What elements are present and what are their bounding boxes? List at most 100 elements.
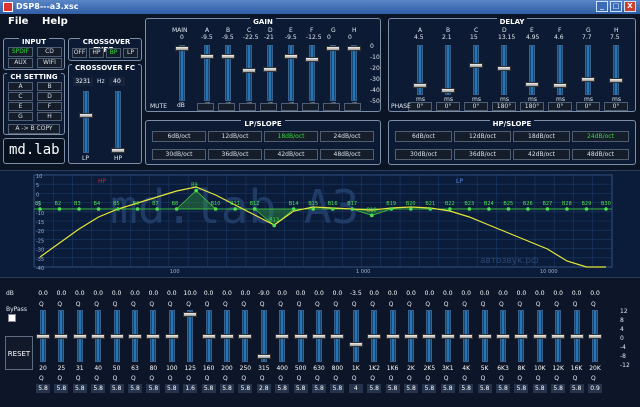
- maximize-button[interactable]: □: [610, 1, 622, 12]
- gain-track-d[interactable]: [267, 45, 273, 101]
- mute-button-h[interactable]: [344, 103, 361, 111]
- lp-slope-option-6db-oct[interactable]: 6dB/oct: [152, 131, 206, 142]
- crossover-type-bp[interactable]: BP: [106, 48, 121, 58]
- input-button-aux[interactable]: AUX: [8, 58, 33, 68]
- band-node-b30[interactable]: [604, 207, 608, 211]
- eq-fader-thumb-1k[interactable]: [348, 341, 363, 347]
- eq-fader-track-125[interactable]: [187, 310, 194, 362]
- eq-q-value[interactable]: 5.8: [109, 384, 124, 393]
- eq-graph-canvas[interactable]: 1050-5-10-15-20-25-30-35-40 100 1 000 10 00…: [0, 171, 640, 279]
- delay-thumb-b[interactable]: [441, 88, 455, 93]
- mute-button-a[interactable]: [197, 103, 214, 111]
- copy-a-to-b-button[interactable]: A -> B COPY: [8, 124, 60, 134]
- eq-fader-thumb-6k3[interactable]: [496, 334, 510, 339]
- eq-fader-thumb-1k6[interactable]: [385, 334, 400, 339]
- eq-q-value[interactable]: 5.8: [312, 384, 326, 393]
- eq-q-value[interactable]: 5.8: [477, 384, 492, 393]
- mute-button-f[interactable]: [302, 103, 319, 111]
- eq-q-value[interactable]: 5.8: [72, 384, 87, 393]
- eq-fader-thumb-800[interactable]: [330, 334, 345, 339]
- phase-button-b[interactable]: 0°: [436, 102, 460, 111]
- lp-slope-option-30db-oct[interactable]: 30dB/oct: [152, 149, 206, 160]
- eq-fader-thumb-2k[interactable]: [404, 334, 418, 339]
- eq-fader-thumb-100[interactable]: [164, 334, 179, 339]
- eq-q-value[interactable]: 5.8: [422, 384, 437, 393]
- hp-slope-option-12db-oct[interactable]: 12dB/oct: [454, 131, 511, 142]
- bypass-checkbox[interactable]: [8, 314, 16, 322]
- band-node-b20[interactable]: [409, 207, 413, 211]
- channel-button-g[interactable]: G: [8, 112, 33, 121]
- eq-q-value[interactable]: 2.8: [256, 384, 271, 393]
- band-node-b23[interactable]: [467, 207, 472, 211]
- eq-fader-thumb-250[interactable]: [238, 334, 253, 339]
- eq-fader-thumb-5k[interactable]: [477, 334, 492, 339]
- eq-q-value[interactable]: 5.8: [128, 384, 142, 393]
- eq-q-value[interactable]: 5.8: [551, 384, 566, 393]
- gain-track-h[interactable]: [351, 45, 357, 101]
- phase-button-h[interactable]: 0°: [604, 102, 628, 111]
- crossover-type-off[interactable]: OFF: [72, 48, 87, 58]
- gain-thumb-h[interactable]: [347, 45, 361, 51]
- mute-button-g[interactable]: [323, 103, 340, 111]
- band-node-b24[interactable]: [487, 207, 491, 211]
- delay-track-h[interactable]: [613, 45, 619, 95]
- eq-q-value[interactable]: 4: [348, 384, 363, 393]
- mute-button-e[interactable]: [281, 103, 298, 111]
- hp-slope-option-24db-oct[interactable]: 24dB/oct: [572, 131, 629, 142]
- eq-q-value[interactable]: 5.8: [275, 384, 290, 393]
- lp-slope-option-42db-oct[interactable]: 42dB/oct: [264, 149, 318, 160]
- channel-button-c[interactable]: C: [8, 92, 33, 101]
- eq-q-value[interactable]: 5.8: [367, 384, 382, 393]
- gain-thumb-c[interactable]: [242, 68, 256, 74]
- delay-track-g[interactable]: [585, 45, 591, 95]
- eq-q-value[interactable]: 5.8: [238, 384, 253, 393]
- band-node-b22[interactable]: [448, 207, 452, 211]
- band-node-b12[interactable]: [252, 207, 257, 211]
- hp-slope-option-18db-oct[interactable]: 18dB/oct: [513, 131, 570, 142]
- close-button[interactable]: X: [624, 1, 636, 12]
- gain-track-f[interactable]: [309, 45, 315, 101]
- delay-thumb-a[interactable]: [413, 83, 427, 88]
- hp-slope-option-6db-oct[interactable]: 6dB/oct: [395, 131, 452, 142]
- eq-q-value[interactable]: 0.9: [588, 384, 602, 393]
- band-node-b11[interactable]: [233, 207, 237, 211]
- eq-fader-thumb-12k[interactable]: [551, 334, 566, 339]
- eq-fader-thumb-10k[interactable]: [532, 334, 547, 339]
- delay-thumb-h[interactable]: [609, 77, 623, 83]
- band-node-b25[interactable]: [506, 207, 511, 211]
- gain-thumb-g[interactable]: [326, 45, 340, 51]
- hp-slope-option-30db-oct[interactable]: 30dB/oct: [395, 149, 452, 160]
- channel-button-f[interactable]: F: [37, 102, 62, 111]
- eq-fader-thumb-20k[interactable]: [588, 334, 602, 339]
- band-node-b3[interactable]: [77, 207, 81, 211]
- band-node-b16[interactable]: [330, 207, 335, 211]
- gain-thumb-b[interactable]: [221, 54, 235, 60]
- eq-fader-thumb-50[interactable]: [109, 334, 124, 339]
- minimize-button[interactable]: _: [596, 1, 608, 12]
- eq-q-value[interactable]: 5.8: [404, 384, 418, 393]
- input-button-cd[interactable]: CD: [37, 47, 62, 57]
- reset-button[interactable]: RESET: [5, 336, 33, 370]
- phase-button-a[interactable]: 0°: [408, 102, 432, 111]
- band-node-b21[interactable]: [428, 207, 433, 211]
- band-node-b2[interactable]: [57, 207, 62, 211]
- eq-q-value[interactable]: 5.8: [164, 384, 179, 393]
- delay-thumb-g[interactable]: [581, 77, 595, 82]
- delay-track-e[interactable]: [529, 45, 535, 95]
- band-node-b10[interactable]: [213, 207, 218, 211]
- lp-slope-option-12db-oct[interactable]: 12dB/oct: [208, 131, 262, 142]
- main-gain-track[interactable]: [179, 45, 185, 101]
- phase-button-g[interactable]: 0°: [576, 102, 600, 111]
- eq-q-value[interactable]: 5.8: [569, 384, 584, 393]
- band-node-b6[interactable]: [135, 207, 140, 211]
- delay-thumb-f[interactable]: [553, 83, 567, 88]
- eq-q-value[interactable]: 5.8: [201, 384, 216, 393]
- eq-q-value[interactable]: 5.8: [459, 384, 474, 393]
- eq-q-value[interactable]: 5.8: [440, 384, 455, 393]
- band-node-b4[interactable]: [96, 207, 101, 211]
- channel-button-a[interactable]: A: [8, 82, 33, 91]
- band-node-b1[interactable]: [38, 207, 42, 211]
- lp-slope-option-18db-oct[interactable]: 18dB/oct: [264, 131, 318, 142]
- eq-q-value[interactable]: 5.8: [385, 384, 400, 393]
- hp-frequency-value[interactable]: 40: [109, 77, 125, 86]
